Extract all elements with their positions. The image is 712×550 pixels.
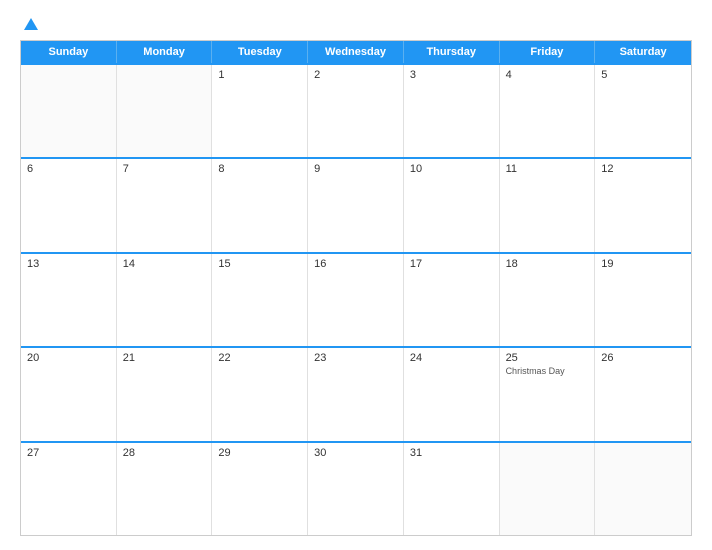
day-number: 15 bbox=[218, 258, 301, 270]
calendar-week-2: 6 78 9 10 11 12 bbox=[21, 157, 691, 251]
calendar-cell: 5 bbox=[595, 65, 691, 157]
calendar-cell bbox=[117, 65, 213, 157]
calendar-week-4: 20 21 22 23 24 25 Christmas Day 26 bbox=[21, 346, 691, 440]
day-number: 22 bbox=[218, 352, 301, 364]
calendar-cell: 14 bbox=[117, 254, 213, 346]
calendar-header-row: SundayMondayTuesdayWednesdayThursdayFrid… bbox=[21, 41, 691, 63]
calendar-cell: 17 bbox=[404, 254, 500, 346]
calendar-week-5: 27 28 29 30 31 bbox=[21, 441, 691, 535]
weekday-header-friday: Friday bbox=[500, 41, 596, 63]
day-number: 1 bbox=[218, 69, 301, 81]
calendar: SundayMondayTuesdayWednesdayThursdayFrid… bbox=[20, 40, 692, 536]
day-number: 19 bbox=[601, 258, 685, 270]
calendar-cell: 27 bbox=[21, 443, 117, 535]
day-number: 20 bbox=[27, 352, 110, 364]
calendar-cell: 4 bbox=[500, 65, 596, 157]
weekday-header-tuesday: Tuesday bbox=[212, 41, 308, 63]
calendar-cell: 30 bbox=[308, 443, 404, 535]
day-number: 12 bbox=[601, 163, 685, 175]
logo-blue-text bbox=[20, 18, 38, 30]
calendar-cell: 31 bbox=[404, 443, 500, 535]
calendar-cell: 1 bbox=[212, 65, 308, 157]
calendar-cell: 8 bbox=[212, 159, 308, 251]
calendar-cell: 11 bbox=[500, 159, 596, 251]
day-number: 24 bbox=[410, 352, 493, 364]
weekday-header-wednesday: Wednesday bbox=[308, 41, 404, 63]
calendar-cell: 15 bbox=[212, 254, 308, 346]
logo bbox=[20, 18, 38, 30]
day-number: 11 bbox=[506, 163, 589, 175]
day-number: 31 bbox=[410, 447, 493, 459]
calendar-cell: 23 bbox=[308, 348, 404, 440]
weekday-header-monday: Monday bbox=[117, 41, 213, 63]
weekday-header-thursday: Thursday bbox=[404, 41, 500, 63]
day-number: 10 bbox=[410, 163, 493, 175]
calendar-week-3: 13 14 15 16 17 18 19 bbox=[21, 252, 691, 346]
calendar-week-1: 1 2 3 45 bbox=[21, 63, 691, 157]
day-number: 27 bbox=[27, 447, 110, 459]
weekday-header-saturday: Saturday bbox=[595, 41, 691, 63]
calendar-cell: 25 Christmas Day bbox=[500, 348, 596, 440]
calendar-cell: 26 bbox=[595, 348, 691, 440]
calendar-cell: 2 bbox=[308, 65, 404, 157]
calendar-cell: 22 bbox=[212, 348, 308, 440]
calendar-cell bbox=[500, 443, 596, 535]
day-number: 13 bbox=[27, 258, 110, 270]
calendar-cell: 21 bbox=[117, 348, 213, 440]
day-number: 18 bbox=[506, 258, 589, 270]
day-number: 6 bbox=[27, 163, 110, 175]
day-number: 25 bbox=[506, 352, 589, 364]
calendar-body: 1234567891011121314151617181920212223242… bbox=[21, 63, 691, 535]
calendar-cell: 20 bbox=[21, 348, 117, 440]
calendar-cell: 7 bbox=[117, 159, 213, 251]
calendar-cell: 12 bbox=[595, 159, 691, 251]
day-number: 21 bbox=[123, 352, 206, 364]
calendar-cell: 28 bbox=[117, 443, 213, 535]
day-number: 26 bbox=[601, 352, 685, 364]
calendar-cell: 3 bbox=[404, 65, 500, 157]
day-number: 3 bbox=[410, 69, 493, 81]
calendar-cell: 6 bbox=[21, 159, 117, 251]
calendar-cell: 16 bbox=[308, 254, 404, 346]
day-number: 4 bbox=[506, 69, 589, 81]
header bbox=[20, 18, 692, 30]
calendar-cell: 29 bbox=[212, 443, 308, 535]
calendar-cell: 24 bbox=[404, 348, 500, 440]
calendar-cell: 9 bbox=[308, 159, 404, 251]
day-number: 9 bbox=[314, 163, 397, 175]
day-number: 23 bbox=[314, 352, 397, 364]
day-number: 29 bbox=[218, 447, 301, 459]
calendar-cell bbox=[595, 443, 691, 535]
day-number: 5 bbox=[601, 69, 685, 81]
day-number: 14 bbox=[123, 258, 206, 270]
weekday-header-sunday: Sunday bbox=[21, 41, 117, 63]
day-number: 8 bbox=[218, 163, 301, 175]
day-number: 17 bbox=[410, 258, 493, 270]
page: SundayMondayTuesdayWednesdayThursdayFrid… bbox=[0, 0, 712, 550]
holiday-name: Christmas Day bbox=[506, 366, 589, 377]
calendar-cell: 10 bbox=[404, 159, 500, 251]
calendar-cell: 19 bbox=[595, 254, 691, 346]
calendar-cell bbox=[21, 65, 117, 157]
day-number: 16 bbox=[314, 258, 397, 270]
calendar-cell: 13 bbox=[21, 254, 117, 346]
day-number: 30 bbox=[314, 447, 397, 459]
day-number: 28 bbox=[123, 447, 206, 459]
day-number: 7 bbox=[123, 163, 206, 175]
logo-triangle-icon bbox=[24, 18, 38, 30]
day-number: 2 bbox=[314, 69, 397, 81]
calendar-cell: 18 bbox=[500, 254, 596, 346]
